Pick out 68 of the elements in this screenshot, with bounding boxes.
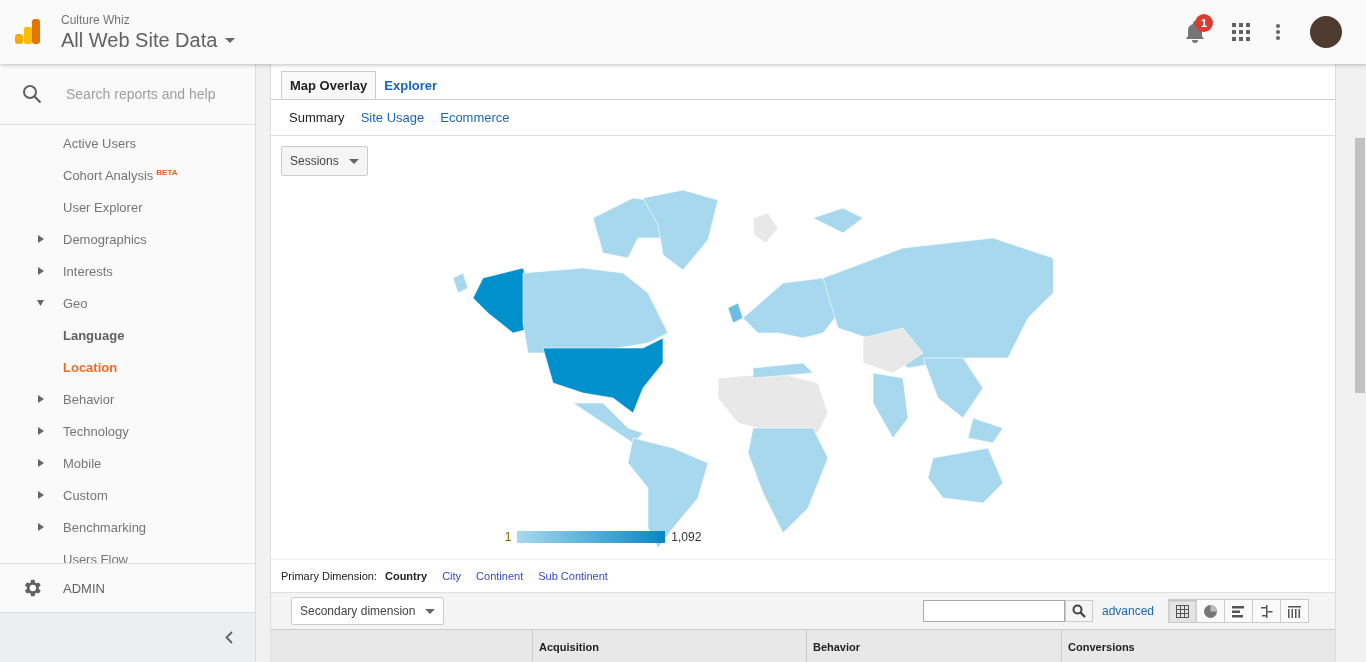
collapsed-arrow-icon[interactable]: [37, 427, 44, 435]
caret-icon: [348, 158, 359, 164]
pivot-icon: [1287, 603, 1302, 619]
property-selector[interactable]: All Web Site Data: [61, 28, 236, 52]
account-name: Culture Whiz: [61, 12, 131, 27]
collapsed-arrow-icon[interactable]: [37, 491, 44, 499]
metric-dropdown[interactable]: Sessions: [281, 146, 368, 176]
search-field[interactable]: Search reports and help: [64, 85, 248, 103]
nav-group[interactable]: Demographics: [63, 231, 147, 247]
legend-min-value: 1: [504, 530, 512, 544]
collapsed-arrow-icon[interactable]: [37, 459, 44, 467]
subtab[interactable]: Summary: [289, 110, 345, 125]
beta-label: BETA: [156, 168, 178, 177]
apps-grid-icon[interactable]: [1232, 23, 1250, 41]
advanced-link[interactable]: advanced: [1101, 604, 1154, 618]
column-group-header: Conversions: [1061, 630, 1335, 662]
dimension-option[interactable]: Continent: [476, 570, 524, 582]
nav-item[interactable]: Cohort Analysis: [63, 167, 154, 183]
collapsed-arrow-icon[interactable]: [37, 523, 44, 531]
nav-group[interactable]: Technology: [63, 423, 129, 439]
nav-item[interactable]: Language: [63, 327, 125, 343]
caret-icon: [425, 608, 436, 614]
analytics-logo-icon: [15, 19, 41, 45]
nav-item[interactable]: User Explorer: [63, 199, 143, 215]
scrollbar-thumb[interactable]: [1355, 138, 1365, 393]
pie-view-button[interactable]: [1196, 599, 1225, 623]
pie-chart-icon: [1203, 603, 1218, 619]
column-group-header: Acquisition: [532, 630, 806, 662]
avatar[interactable]: [1310, 16, 1342, 48]
dimension-option[interactable]: Sub Continent: [538, 570, 608, 582]
search-icon: [1071, 604, 1086, 618]
legend-max-value: 1,092: [671, 530, 702, 544]
report-tab[interactable]: Explorer: [376, 71, 446, 99]
collapsed-arrow-icon[interactable]: [37, 395, 44, 403]
secondary-dimension-dropdown[interactable]: Secondary dimension: [291, 597, 445, 625]
nav-group[interactable]: Geo: [63, 295, 88, 311]
chevron-left-icon[interactable]: [225, 631, 233, 644]
bar-view-button[interactable]: [1224, 599, 1253, 623]
notification-count: 1: [1195, 14, 1213, 32]
nav-group[interactable]: Benchmarking: [63, 519, 147, 535]
comparison-view-button[interactable]: [1252, 599, 1281, 623]
grid-icon: [1175, 603, 1190, 619]
table-search-field[interactable]: [922, 600, 1065, 622]
nav-group[interactable]: Interests: [63, 263, 113, 279]
admin-link[interactable]: ADMIN: [63, 580, 105, 596]
pivot-view-button[interactable]: [1280, 599, 1309, 623]
nav-item[interactable]: Users Flow: [63, 551, 128, 563]
nav-item[interactable]: Active Users: [63, 135, 136, 151]
subtab[interactable]: Ecommerce: [440, 110, 510, 125]
collapsed-arrow-icon[interactable]: [37, 235, 44, 243]
search-icon: [22, 84, 42, 104]
column-group-header: Behavior: [805, 630, 1062, 662]
nav-group[interactable]: Behavior: [63, 391, 115, 407]
subtab[interactable]: Site Usage: [360, 110, 425, 125]
caret-icon: [225, 37, 236, 43]
bar-chart-icon: [1231, 603, 1246, 619]
more-options-icon[interactable]: [1276, 24, 1280, 40]
report-tab[interactable]: Map Overlay: [281, 71, 377, 99]
dimension-option[interactable]: Country: [384, 570, 428, 582]
nav-group[interactable]: Custom: [63, 487, 108, 503]
search-button[interactable]: [1064, 600, 1093, 622]
primary-dimension-label: Primary Dimension:: [281, 570, 377, 582]
expanded-arrow-icon[interactable]: [37, 299, 44, 307]
collapsed-arrow-icon[interactable]: [37, 267, 44, 275]
comparison-icon: [1259, 603, 1274, 619]
nav-group[interactable]: Mobile: [63, 455, 102, 471]
table-view-button[interactable]: [1168, 599, 1197, 623]
dimension-option[interactable]: City: [442, 570, 462, 582]
